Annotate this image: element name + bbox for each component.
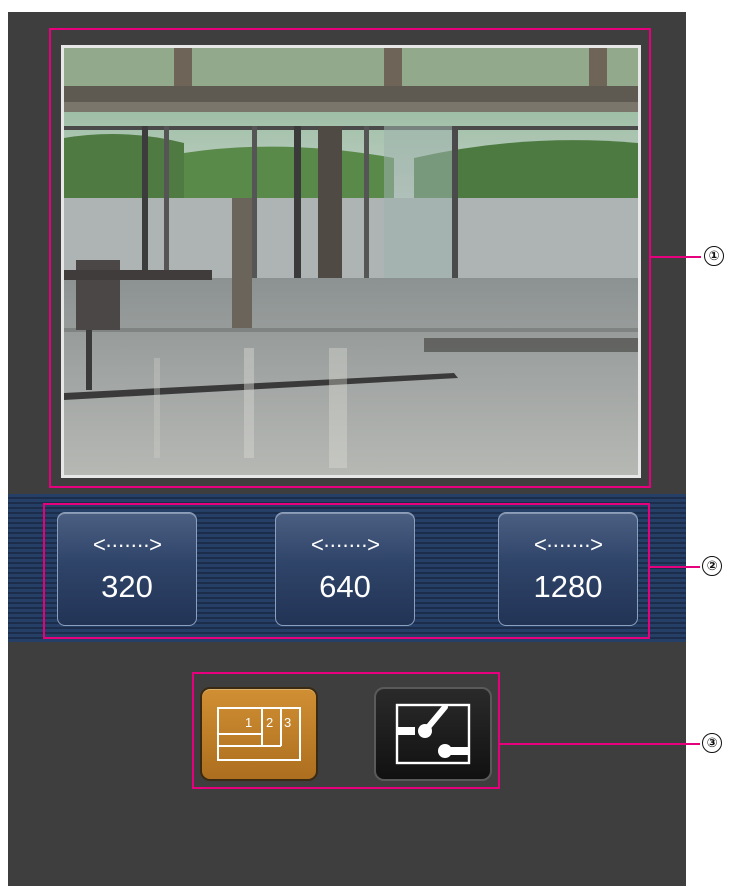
callout-marker-1: ① bbox=[704, 246, 724, 266]
callout-leader-3 bbox=[500, 743, 700, 745]
callout-box-2 bbox=[43, 503, 650, 639]
callout-leader-1 bbox=[651, 256, 701, 258]
callout-box-1 bbox=[49, 28, 651, 488]
callout-box-3 bbox=[192, 672, 500, 789]
callout-leader-2 bbox=[650, 566, 700, 568]
callout-marker-2: ② bbox=[702, 556, 722, 576]
callout-marker-3: ③ bbox=[702, 733, 722, 753]
